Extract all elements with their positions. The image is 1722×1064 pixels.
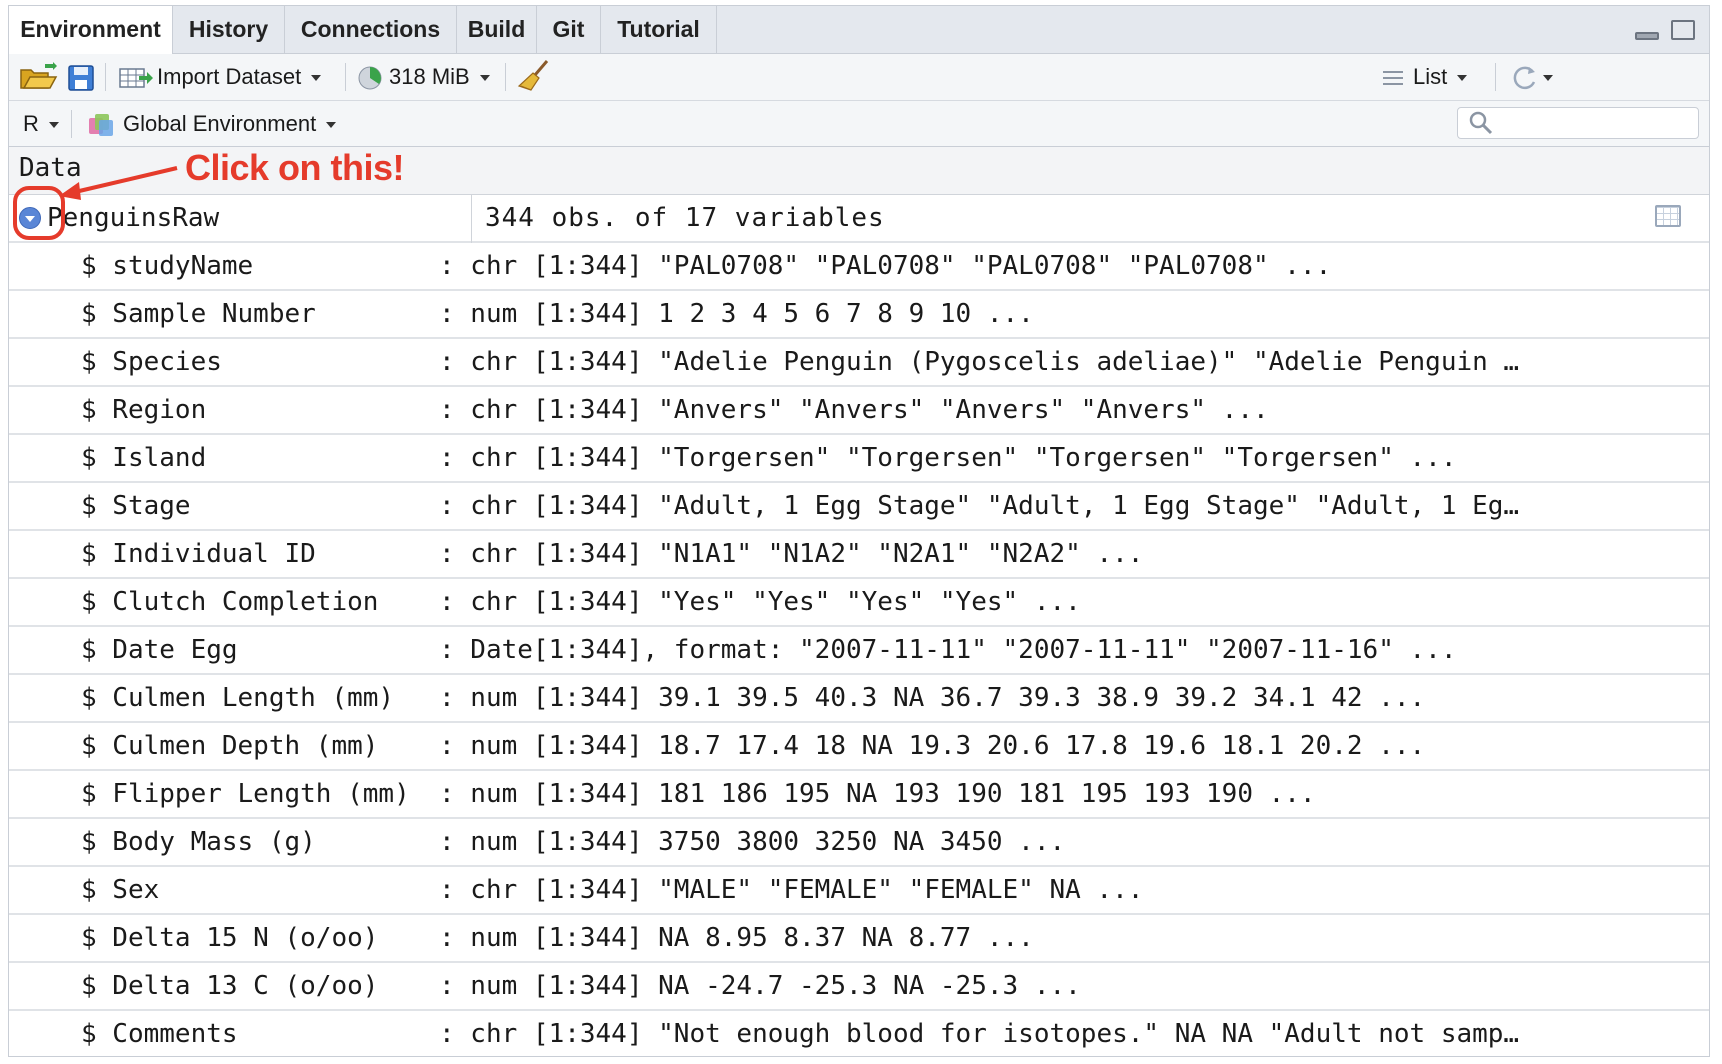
variable-value: : num [1:344] 3750 3800 3250 NA 3450 ... xyxy=(439,827,1066,857)
variable-row: $ Culmen Length (mm) : num [1:344] 39.1 3… xyxy=(9,675,1709,723)
environment-pane: Environment History Connections Build Gi… xyxy=(8,5,1710,1057)
variable-row: $ Body Mass (g) : num [1:344] 3750 3800 3… xyxy=(9,819,1709,867)
variable-value: : num [1:344] NA 8.95 8.37 NA 8.77 ... xyxy=(439,923,1034,953)
search-icon xyxy=(1469,111,1493,135)
variable-name: $ Clutch Completion xyxy=(81,587,379,617)
variable-row: $ Comments : chr [1:344] "Not enough bloo… xyxy=(9,1011,1709,1056)
variable-value: : num [1:344] NA -24.7 -25.3 NA -25.3 ..… xyxy=(439,971,1081,1001)
variable-name: $ Island xyxy=(81,443,207,473)
variable-row: $ studyName : chr [1:344] "PAL0708" "PAL0… xyxy=(9,243,1709,291)
variable-name: $ Region xyxy=(81,395,207,425)
variable-value: : chr [1:344] "Adult, 1 Egg Stage" "Adul… xyxy=(439,491,1520,521)
variable-row: $ Island : chr [1:344] "Torgersen" "Torge… xyxy=(9,435,1709,483)
variable-name: $ Culmen Depth (mm) xyxy=(81,731,379,761)
view-mode-button[interactable]: List xyxy=(1381,54,1468,100)
variable-row: $ Flipper Length (mm) : num [1:344] 181 1… xyxy=(9,771,1709,819)
variable-name: $ Culmen Length (mm) xyxy=(81,683,395,713)
variable-value: : chr [1:344] "Adelie Penguin (Pygosceli… xyxy=(439,347,1520,377)
variable-value: : num [1:344] 1 2 3 4 5 6 7 8 9 10 ... xyxy=(439,299,1034,329)
toolbar: Import Dataset 318 MiB List xyxy=(9,54,1709,101)
tab-git[interactable]: Git xyxy=(537,6,601,53)
memory-usage-button[interactable]: 318 MiB xyxy=(357,54,490,100)
variable-name: $ Delta 13 C (o/oo) xyxy=(81,971,379,1001)
variable-value: : chr [1:344] "PAL0708" "PAL0708" "PAL07… xyxy=(439,251,1332,281)
variable-value: : chr [1:344] "N1A1" "N1A2" "N2A1" "N2A2… xyxy=(439,539,1144,569)
variable-row: $ Clutch Completion : chr [1:344] "Yes" "… xyxy=(9,579,1709,627)
dataset-summary: 344 obs. of 17 variables xyxy=(485,203,885,233)
window-controls xyxy=(1627,20,1695,40)
variable-value: : chr [1:344] "Yes" "Yes" "Yes" "Yes" ..… xyxy=(439,587,1081,617)
environment-bar: R Global Environment xyxy=(9,101,1709,147)
variable-row: $ Date Egg : Date[1:344], format: "2007-1… xyxy=(9,627,1709,675)
variable-value: : chr [1:344] "Torgersen" "Torgersen" "T… xyxy=(439,443,1457,473)
variable-row: $ Culmen Depth (mm) : num [1:344] 18.7 17… xyxy=(9,723,1709,771)
tab-connections[interactable]: Connections xyxy=(285,6,457,53)
variable-name: $ Delta 15 N (o/oo) xyxy=(81,923,379,953)
variable-value: : chr [1:344] "MALE" "FEMALE" "FEMALE" N… xyxy=(439,875,1144,905)
variable-row: $ Stage : chr [1:344] "Adult, 1 Egg Stage… xyxy=(9,483,1709,531)
variable-row: $ Delta 15 N (o/oo) : num [1:344] NA 8.95… xyxy=(9,915,1709,963)
maximize-icon[interactable] xyxy=(1671,20,1695,40)
tab-tutorial[interactable]: Tutorial xyxy=(601,6,717,53)
list-icon xyxy=(1383,71,1403,86)
variable-row: $ Region : chr [1:344] "Anvers" "Anvers" … xyxy=(9,387,1709,435)
variable-row: $ Delta 13 C (o/oo) : num [1:344] NA -24.… xyxy=(9,963,1709,1011)
variable-name: $ Body Mass (g) xyxy=(81,827,316,857)
variable-name: $ Species xyxy=(81,347,222,377)
variable-value: : num [1:344] 181 186 195 NA 193 190 181… xyxy=(439,779,1316,809)
variable-name: $ Flipper Length (mm) xyxy=(81,779,410,809)
variable-name: $ Stage xyxy=(81,491,191,521)
variable-value: : num [1:344] 18.7 17.4 18 NA 19.3 20.6 … xyxy=(439,731,1426,761)
variable-row: $ Species : chr [1:344] "Adelie Penguin (… xyxy=(9,339,1709,387)
tab-build[interactable]: Build xyxy=(457,6,537,53)
table-view-icon[interactable] xyxy=(1655,205,1681,227)
annotation-text: Click on this! xyxy=(185,147,405,188)
variable-value: : num [1:344] 39.1 39.5 40.3 NA 36.7 39.… xyxy=(439,683,1426,713)
broom-icon[interactable] xyxy=(517,58,553,104)
variable-value: : chr [1:344] "Not enough blood for isot… xyxy=(439,1019,1520,1049)
variable-value: : chr [1:344] "Anvers" "Anvers" "Anvers"… xyxy=(439,395,1269,425)
annotation-arrow xyxy=(59,166,178,200)
search-input[interactable] xyxy=(1457,107,1699,139)
minimize-icon[interactable] xyxy=(1634,32,1659,40)
variable-row: $ Sex : chr [1:344] "MALE" "FEMALE" "FEMA… xyxy=(9,867,1709,915)
refresh-button[interactable] xyxy=(1509,54,1553,100)
variable-name: $ Sex xyxy=(81,875,160,905)
variable-row: $ Sample Number : num [1:344] 1 2 3 4 5 6… xyxy=(9,291,1709,339)
variable-name: $ Sample Number xyxy=(81,299,316,329)
variable-name: $ studyName xyxy=(81,251,254,281)
refresh-icon xyxy=(1513,66,1536,90)
variable-name: $ Comments xyxy=(81,1019,238,1049)
variable-name: $ Individual ID xyxy=(81,539,316,569)
memory-usage-label: 318 MiB xyxy=(389,64,470,89)
view-mode-label: List xyxy=(1413,64,1448,89)
variable-name: $ Date Egg xyxy=(81,635,238,665)
variable-row: $ Individual ID : chr [1:344] "N1A1" "N1A… xyxy=(9,531,1709,579)
pie-chart-icon xyxy=(358,66,382,90)
tab-bar: Environment History Connections Build Gi… xyxy=(9,6,1709,54)
variable-list: PenguinsRaw 344 obs. of 17 variables $ s… xyxy=(9,195,1709,1056)
dataset-row[interactable]: PenguinsRaw 344 obs. of 17 variables xyxy=(9,195,1709,243)
variable-value: : Date[1:344], format: "2007-11-11" "200… xyxy=(439,635,1457,665)
